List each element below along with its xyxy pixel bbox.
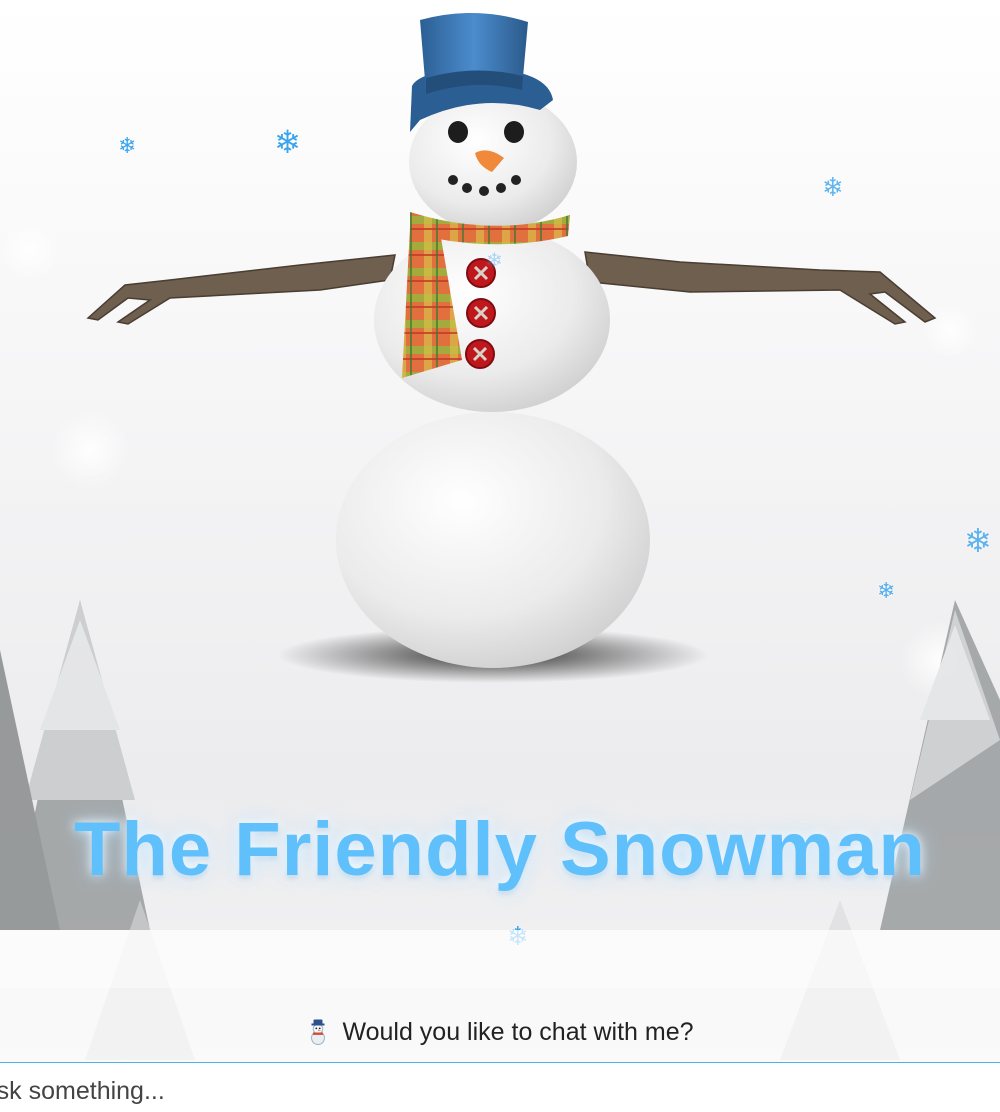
coat-buttons (465, 258, 496, 369)
snowflake-icon: ❄ (486, 248, 503, 272)
chat-input-area (0, 1063, 1000, 1112)
chat-prompt: Would you like to chat with me? (0, 1018, 1000, 1052)
page-title: The Friendly Snowman (74, 807, 926, 892)
chat-header-strip (0, 930, 1000, 988)
chat-prompt-text: Would you like to chat with me? (342, 1018, 694, 1046)
snowflake-icon: ❄ (118, 134, 137, 159)
snowflake-icon: ❄ (274, 123, 301, 161)
snowman-icon (306, 1019, 330, 1052)
snowflake-icon: ❄ (877, 579, 896, 604)
snowflake-icon: ❄ (822, 173, 844, 203)
snowflake-icon: ❄ (964, 521, 992, 560)
chat-input[interactable] (0, 1071, 990, 1111)
